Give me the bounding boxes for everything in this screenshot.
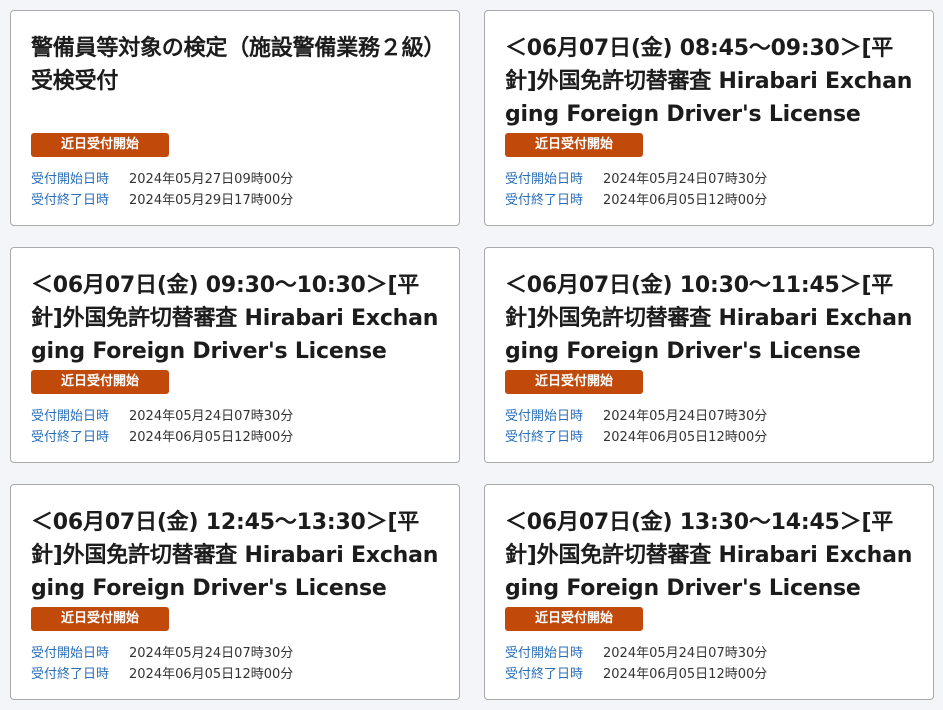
end-date-label: 受付終了日時 — [505, 430, 584, 445]
status-badge: 近日受付開始 — [505, 607, 643, 631]
end-date-value: 2024年05月29日17時00分 — [129, 193, 294, 208]
start-date-label: 受付開始日時 — [31, 646, 110, 661]
procedure-card[interactable]: ＜06月07日(金) 08:45～09:30＞[平針]外国免許切替審査 Hira… — [484, 10, 934, 226]
reception-dates: 受付開始日時 2024年05月24日07時30分 受付終了日時 2024年06月… — [31, 643, 449, 685]
end-date-label: 受付終了日時 — [505, 193, 584, 208]
card-title[interactable]: ＜06月07日(金) 10:30～11:45＞[平針]外国免許切替審査 Hira… — [505, 269, 923, 369]
start-date-row: 受付開始日時 2024年05月24日07時30分 — [505, 169, 923, 190]
procedure-card[interactable]: ＜06月07日(金) 13:30～14:45＞[平針]外国免許切替審査 Hira… — [484, 484, 934, 700]
start-date-value: 2024年05月24日07時30分 — [603, 409, 768, 424]
end-date-label: 受付終了日時 — [31, 193, 110, 208]
procedure-card[interactable]: ＜06月07日(金) 09:30～10:30＞[平針]外国免許切替審査 Hira… — [10, 247, 460, 463]
end-date-row: 受付終了日時 2024年05月29日17時00分 — [31, 190, 449, 211]
status-badge: 近日受付開始 — [505, 133, 643, 157]
status-badge: 近日受付開始 — [31, 133, 169, 157]
start-date-value: 2024年05月24日07時30分 — [129, 409, 294, 424]
procedure-card-grid: 警備員等対象の検定（施設警備業務２級）受検受付 近日受付開始 受付開始日時 20… — [10, 10, 934, 700]
end-date-row: 受付終了日時 2024年06月05日12時00分 — [31, 427, 449, 448]
end-date-row: 受付終了日時 2024年06月05日12時00分 — [505, 664, 923, 685]
start-date-row: 受付開始日時 2024年05月24日07時30分 — [505, 643, 923, 664]
start-date-value: 2024年05月24日07時30分 — [129, 646, 294, 661]
start-date-row: 受付開始日時 2024年05月27日09時00分 — [31, 169, 449, 190]
reception-dates: 受付開始日時 2024年05月24日07時30分 受付終了日時 2024年06月… — [31, 406, 449, 448]
reception-dates: 受付開始日時 2024年05月24日07時30分 受付終了日時 2024年06月… — [505, 406, 923, 448]
end-date-value: 2024年06月05日12時00分 — [129, 430, 294, 445]
start-date-label: 受付開始日時 — [505, 646, 584, 661]
reception-dates: 受付開始日時 2024年05月27日09時00分 受付終了日時 2024年05月… — [31, 169, 449, 211]
status-badge: 近日受付開始 — [31, 607, 169, 631]
procedure-card[interactable]: ＜06月07日(金) 10:30～11:45＞[平針]外国免許切替審査 Hira… — [484, 247, 934, 463]
start-date-value: 2024年05月24日07時30分 — [603, 646, 768, 661]
card-title[interactable]: ＜06月07日(金) 09:30～10:30＞[平針]外国免許切替審査 Hira… — [31, 269, 449, 369]
procedure-card[interactable]: 警備員等対象の検定（施設警備業務２級）受検受付 近日受付開始 受付開始日時 20… — [10, 10, 460, 226]
start-date-value: 2024年05月27日09時00分 — [129, 172, 294, 187]
start-date-row: 受付開始日時 2024年05月24日07時30分 — [505, 406, 923, 427]
end-date-label: 受付終了日時 — [31, 667, 110, 682]
card-title[interactable]: ＜06月07日(金) 12:45～13:30＞[平針]外国免許切替審査 Hira… — [31, 506, 449, 606]
start-date-value: 2024年05月24日07時30分 — [603, 172, 768, 187]
start-date-label: 受付開始日時 — [505, 409, 584, 424]
reception-dates: 受付開始日時 2024年05月24日07時30分 受付終了日時 2024年06月… — [505, 169, 923, 211]
start-date-label: 受付開始日時 — [505, 172, 584, 187]
end-date-value: 2024年06月05日12時00分 — [129, 667, 294, 682]
end-date-value: 2024年06月05日12時00分 — [603, 430, 768, 445]
card-title[interactable]: 警備員等対象の検定（施設警備業務２級）受検受付 — [31, 32, 449, 132]
start-date-label: 受付開始日時 — [31, 172, 110, 187]
end-date-value: 2024年06月05日12時00分 — [603, 667, 768, 682]
end-date-value: 2024年06月05日12時00分 — [603, 193, 768, 208]
start-date-row: 受付開始日時 2024年05月24日07時30分 — [31, 643, 449, 664]
card-title[interactable]: ＜06月07日(金) 13:30～14:45＞[平針]外国免許切替審査 Hira… — [505, 506, 923, 606]
procedure-card[interactable]: ＜06月07日(金) 12:45～13:30＞[平針]外国免許切替審査 Hira… — [10, 484, 460, 700]
end-date-row: 受付終了日時 2024年06月05日12時00分 — [505, 190, 923, 211]
end-date-label: 受付終了日時 — [505, 667, 584, 682]
status-badge: 近日受付開始 — [505, 370, 643, 394]
end-date-row: 受付終了日時 2024年06月05日12時00分 — [31, 664, 449, 685]
reception-dates: 受付開始日時 2024年05月24日07時30分 受付終了日時 2024年06月… — [505, 643, 923, 685]
card-title[interactable]: ＜06月07日(金) 08:45～09:30＞[平針]外国免許切替審査 Hira… — [505, 32, 923, 132]
end-date-label: 受付終了日時 — [31, 430, 110, 445]
end-date-row: 受付終了日時 2024年06月05日12時00分 — [505, 427, 923, 448]
start-date-row: 受付開始日時 2024年05月24日07時30分 — [31, 406, 449, 427]
status-badge: 近日受付開始 — [31, 370, 169, 394]
start-date-label: 受付開始日時 — [31, 409, 110, 424]
